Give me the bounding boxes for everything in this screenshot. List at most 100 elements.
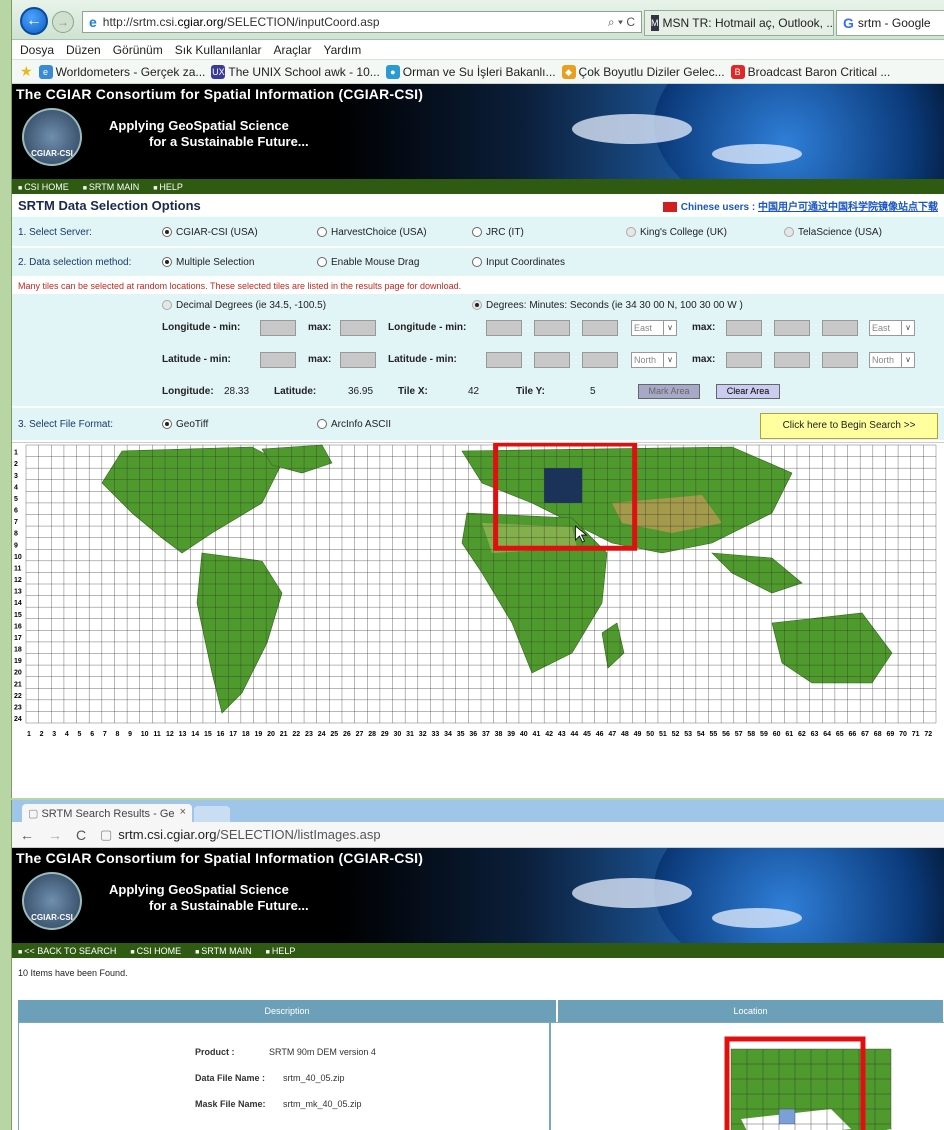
mask-file-value[interactable]: srtm_mk_40_05.zip [283,1099,362,1109]
grid-col-label: 49 [634,731,642,738]
earth-image [654,848,944,943]
grid-row-label: 23 [14,704,22,711]
lat-max-dir-select[interactable]: North ∨ [869,352,915,368]
server-option-jrc[interactable]: JRC (IT) [472,227,524,238]
mask-file-label: Mask File Name: [195,1099,266,1109]
lat-max-deg-input[interactable] [726,352,762,368]
grid-col-label: 47 [608,731,616,738]
clear-area-button[interactable]: Clear Area [716,384,780,399]
url-path: /SELECTION/inputCoord.asp [223,15,380,29]
lon-max-deg-input[interactable] [726,320,762,336]
favorite-item[interactable]: e Worldometers - Gerçek za... [38,64,205,79]
lon-deg-input[interactable] [486,320,522,336]
nav-csi-home[interactable]: CSI HOME [18,182,69,192]
results-table: Description Location Product : SRTM 90m … [18,1000,944,1130]
new-tab-button[interactable] [194,806,230,822]
lat-max-sec-input[interactable] [822,352,858,368]
tab-google[interactable]: G srtm - Google [836,10,944,36]
lon-max-sec-input[interactable] [822,320,858,336]
begin-search-button[interactable]: Click here to Begin Search >> [760,413,938,439]
lat-deg-input[interactable] [486,352,522,368]
lon-dir-select[interactable]: East ∨ [631,320,677,336]
menu-item-edit[interactable]: Düzen [66,43,101,57]
lon-min-input[interactable] [260,320,296,336]
lon-sec-input[interactable] [582,320,618,336]
lat-min-input[interactable] [260,352,296,368]
tab-msn[interactable]: M MSN TR: Hotmail aç, Outlook, ... [644,10,834,36]
forward-icon[interactable]: → [48,827,68,843]
grid-row-label: 5 [14,496,18,503]
grid-col-label: 60 [773,731,781,738]
reload-icon[interactable]: C [76,827,96,843]
tiley-label: Tile Y: [516,386,545,397]
grid-col-label: 13 [179,731,187,738]
mark-area-button[interactable]: Mark Area [638,384,700,399]
product-value: SRTM 90m DEM version 4 [269,1047,376,1057]
server-option-harvest[interactable]: HarvestChoice (USA) [317,227,427,238]
lat-max-dms-label: max: [692,354,716,365]
menu-item-tools[interactable]: Araçlar [273,43,311,57]
favorites-star-icon[interactable]: ★ [20,63,33,80]
nav-srtm-main[interactable]: SRTM MAIN [83,182,139,192]
nav-srtm-main[interactable]: SRTM MAIN [195,946,251,956]
lon-max-min-input[interactable] [774,320,810,336]
world-tile-grid[interactable]: 1234567891011121314151617181920212223241… [12,443,944,745]
lat-max-input[interactable] [340,352,376,368]
grid-row-label: 6 [14,508,18,515]
grid-col-label: 23 [305,731,313,738]
lon-min-dms-label: Longitude - min: [388,322,467,333]
lat-dir-select[interactable]: North ∨ [631,352,677,368]
grid-row-label: 24 [14,716,22,723]
back-button[interactable]: ← [20,7,48,35]
lat-sec-input[interactable] [582,352,618,368]
method-input-coords[interactable]: Input Coordinates [472,257,565,268]
grid-col-label: 1 [27,731,31,738]
google-icon: G [843,15,854,31]
lat-min-input-dms[interactable] [534,352,570,368]
forward-button[interactable]: → [52,11,74,33]
data-file-value[interactable]: srtm_40_05.zip [283,1073,345,1083]
menu-item-view[interactable]: Görünüm [113,43,163,57]
lon-min-input-dms[interactable] [534,320,570,336]
menu-item-favorites[interactable]: Sık Kullanılanlar [175,43,262,57]
grid-row-label: 14 [14,600,22,607]
favorite-item[interactable]: B Broadcast Baron Critical ... [730,64,890,79]
menu-item-help[interactable]: Yardım [323,43,361,57]
location-thumbnail [724,1036,892,1130]
favorite-item[interactable]: UX The UNIX School awk - 10... [211,64,380,79]
method-mouse-drag[interactable]: Enable Mouse Drag [317,257,419,268]
grid-col-label: 18 [242,731,250,738]
grid-row-label: 1 [14,450,18,457]
method-multiple[interactable]: Multiple Selection [162,257,254,268]
server-option-tela[interactable]: TelaScience (USA) [784,227,882,238]
format-arcinfo[interactable]: ArcInfo ASCII [317,419,391,430]
back-icon[interactable]: ← [20,827,40,843]
nav-csi-home[interactable]: CSI HOME [130,946,182,956]
grid-row-label: 13 [14,589,22,596]
grid-col-label: 31 [406,731,414,738]
product-label: Product : [195,1047,235,1057]
method-label: 2. Data selection method: [18,256,132,268]
nav-help[interactable]: HELP [266,946,296,956]
server-option-cgiar[interactable]: CGIAR-CSI (USA) [162,227,258,238]
address-controls[interactable]: ⌕ ▾ C [608,15,635,30]
lon-max-input[interactable] [340,320,376,336]
menu-bar: Dosya Düzen Görünüm Sık Kullanılanlar Ar… [12,40,944,60]
format-geotiff[interactable]: GeoTiff [162,419,208,430]
chinese-mirror-link[interactable]: 中国用户可通过中国科学院镜像站点下载 [758,202,938,213]
nav-help[interactable]: HELP [153,182,183,192]
grid-col-label: 16 [217,731,225,738]
address-bar[interactable]: ← → C ▢ srtm.csi.cgiar.org/SELECTION/lis… [12,822,944,848]
nav-back-to-search[interactable]: << BACK TO SEARCH [18,946,116,956]
favorite-item[interactable]: ● Orman ve Su İşleri Bakanlı... [385,64,556,79]
lat-max-min-input[interactable] [774,352,810,368]
tile-map[interactable]: 1 2 3 4 5 6 7 8 9 10 11 12 13 14 15 16 17 18 19 20 21 22 23 24 1… [12,442,944,744]
lon-min-label: Longitude - min: [162,322,241,333]
grid-col-label: 22 [292,731,300,738]
menu-item-file[interactable]: Dosya [20,43,54,57]
tab-srtm-results[interactable]: ▢ SRTM Search Results - Ge × [22,804,192,822]
favorite-item[interactable]: ◆ Çok Boyutlu Diziler Gelec... [561,64,725,79]
lon-max-dir-select[interactable]: East ∨ [869,320,915,336]
close-icon[interactable]: × [180,806,186,818]
address-bar[interactable]: e http://srtm.csi. cgiar.org/SELECTION/in… [82,11,642,33]
